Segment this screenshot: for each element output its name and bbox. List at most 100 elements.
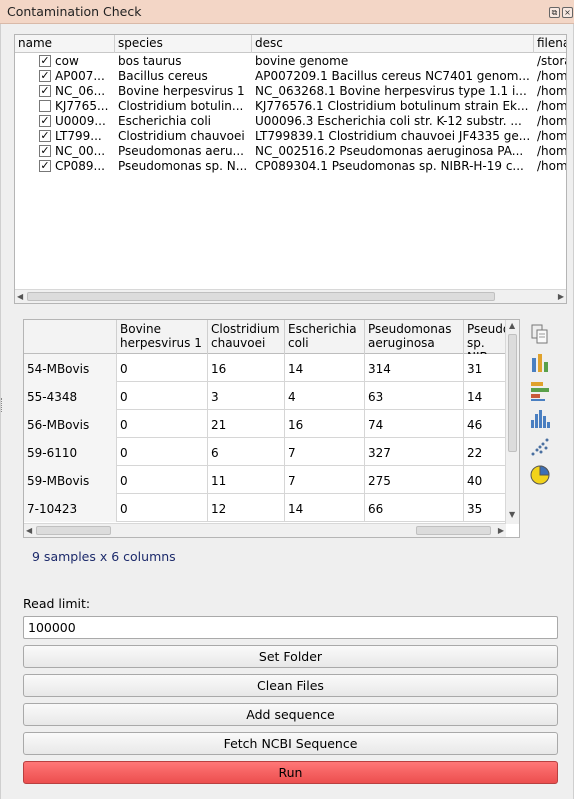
results-grid-hscrollbar[interactable]: ◀ ▶: [24, 523, 506, 537]
histogram-icon[interactable]: [529, 408, 551, 430]
vscroll-thumb[interactable]: [508, 334, 517, 452]
results-grid-header: Bovine herpesvirus 1 Clostridium chauvoe…: [24, 320, 519, 354]
table-cell[interactable]: 0: [117, 438, 208, 466]
column-header-desc[interactable]: desc: [252, 35, 534, 53]
copy-icon[interactable]: [529, 323, 551, 345]
column-header-name[interactable]: name: [15, 35, 115, 53]
table-cell[interactable]: 4: [285, 382, 365, 410]
close-icon[interactable]: ×: [562, 7, 573, 18]
table-cell[interactable]: 7: [285, 466, 365, 494]
table-row[interactable]: 56-MBovis 0 21 16 74 46: [24, 410, 506, 438]
set-folder-button[interactable]: Set Folder: [23, 645, 558, 668]
table-row[interactable]: 59-MBovis 0 11 7 275 40: [24, 466, 506, 494]
table-cell[interactable]: 314: [365, 354, 464, 382]
reference-row[interactable]: ✓ AP007... Bacillus cereus AP007209.1 Bacil…: [15, 69, 566, 84]
table-cell[interactable]: 7: [285, 438, 365, 466]
table-cell[interactable]: 63: [365, 382, 464, 410]
reference-cell-file: /stora: [537, 54, 566, 68]
scatter-plot-icon[interactable]: [529, 436, 551, 458]
reference-checkbox[interactable]: ✓: [39, 115, 51, 127]
table-row[interactable]: 55-4348 0 3 4 63 14: [24, 382, 506, 410]
reference-row[interactable]: ✓ NC_06... Bovine herpesvirus 1 NC_063268.1…: [15, 84, 566, 99]
reference-table[interactable]: name species desc filena ✓ cow bos taurus b…: [14, 34, 567, 304]
table-cell[interactable]: 16: [208, 354, 285, 382]
table-cell[interactable]: 16: [285, 410, 365, 438]
column-header-clostridium-chauvoei[interactable]: Clostridium chauvoei: [208, 320, 285, 354]
table-cell[interactable]: 0: [117, 410, 208, 438]
table-cell[interactable]: 14: [285, 494, 365, 522]
table-cell[interactable]: 3: [208, 382, 285, 410]
reference-row[interactable]: ✓ LT799... Clostridium chauvoei LT799839.1 …: [15, 129, 566, 144]
reference-row[interactable]: ✓ NC_00... Pseudomonas aeru... NC_002516.2 …: [15, 144, 566, 159]
table-cell[interactable]: 22: [464, 438, 506, 466]
scroll-right-icon[interactable]: ▶: [498, 526, 504, 535]
scroll-left-icon[interactable]: ◀: [26, 526, 32, 535]
table-cell[interactable]: 6: [208, 438, 285, 466]
table-cell[interactable]: 0: [117, 354, 208, 382]
column-header-bovine-herpesvirus[interactable]: Bovine herpesvirus 1: [117, 320, 208, 354]
table-cell[interactable]: 12: [208, 494, 285, 522]
table-cell[interactable]: 66: [365, 494, 464, 522]
table-cell[interactable]: 40: [464, 466, 506, 494]
table-cell[interactable]: 35: [464, 494, 506, 522]
results-grid-vscrollbar[interactable]: ▲ ▼: [505, 320, 519, 524]
fetch-ncbi-sequence-button[interactable]: Fetch NCBI Sequence: [23, 732, 558, 755]
scroll-left-icon[interactable]: ◀: [17, 292, 23, 301]
table-cell[interactable]: 14: [464, 382, 506, 410]
table-cell[interactable]: 0: [117, 382, 208, 410]
scroll-right-icon[interactable]: ▶: [558, 292, 564, 301]
table-cell[interactable]: 46: [464, 410, 506, 438]
float-icon[interactable]: ⧉: [549, 7, 560, 18]
reference-checkbox[interactable]: [39, 100, 51, 112]
reference-checkbox[interactable]: ✓: [39, 55, 51, 67]
hscroll-thumb[interactable]: [416, 526, 491, 535]
scroll-down-icon[interactable]: ▼: [509, 510, 515, 519]
row-header[interactable]: 59-6110: [24, 438, 117, 466]
horizontal-bar-chart-icon[interactable]: [529, 380, 551, 402]
column-header-species[interactable]: species: [115, 35, 252, 53]
run-button[interactable]: Run: [23, 761, 558, 784]
reference-checkbox[interactable]: ✓: [39, 145, 51, 157]
table-cell[interactable]: 11: [208, 466, 285, 494]
row-header[interactable]: 55-4348: [24, 382, 117, 410]
row-header[interactable]: 59-MBovis: [24, 466, 117, 494]
reference-checkbox[interactable]: ✓: [39, 130, 51, 142]
column-header-filename[interactable]: filena: [534, 35, 566, 53]
reference-checkbox[interactable]: ✓: [39, 70, 51, 82]
hscroll-thumb-left[interactable]: [36, 526, 111, 535]
reference-table-hscrollbar[interactable]: ◀ ▶: [15, 289, 566, 303]
column-header-escherichia-coli[interactable]: Escherichia coli: [285, 320, 365, 354]
table-cell[interactable]: 21: [208, 410, 285, 438]
read-limit-input[interactable]: 100000: [23, 616, 558, 639]
column-header-pseudomonas-aeruginosa[interactable]: Pseudomonas aeruginosa: [365, 320, 464, 354]
table-cell[interactable]: 14: [285, 354, 365, 382]
results-grid[interactable]: Bovine herpesvirus 1 Clostridium chauvoe…: [23, 319, 520, 538]
reference-row[interactable]: KJ7765... Clostridium botulin... KJ776576.…: [15, 99, 566, 114]
table-cell[interactable]: 327: [365, 438, 464, 466]
table-cell[interactable]: 0: [117, 494, 208, 522]
table-cell[interactable]: 31: [464, 354, 506, 382]
bar-chart-icon[interactable]: [529, 352, 551, 374]
table-cell[interactable]: 0: [117, 466, 208, 494]
reference-checkbox[interactable]: ✓: [39, 160, 51, 172]
reference-row[interactable]: ✓ CP089... Pseudomonas sp. N... CP089304.1 …: [15, 159, 566, 174]
resize-handle[interactable]: [1, 398, 3, 412]
table-row[interactable]: 54-MBovis 0 16 14 314 31: [24, 354, 506, 382]
scroll-thumb[interactable]: [27, 292, 495, 301]
row-header[interactable]: 7-10423: [24, 494, 117, 522]
row-header[interactable]: 54-MBovis: [24, 354, 117, 382]
scroll-up-icon[interactable]: ▲: [509, 321, 515, 330]
table-row[interactable]: 7-10423 0 12 14 66 35: [24, 494, 506, 522]
table-cell[interactable]: 74: [365, 410, 464, 438]
reference-checkbox[interactable]: ✓: [39, 85, 51, 97]
row-header[interactable]: 56-MBovis: [24, 410, 117, 438]
clean-files-button[interactable]: Clean Files: [23, 674, 558, 697]
reference-cell-desc: CP089304.1 Pseudomonas sp. NIBR-H-19 c..…: [255, 159, 524, 173]
add-sequence-button[interactable]: Add sequence: [23, 703, 558, 726]
table-cell[interactable]: 275: [365, 466, 464, 494]
reference-row[interactable]: ✓ U0009... Escherichia coli U00096.3 Escher…: [15, 114, 566, 129]
table-row[interactable]: 59-6110 0 6 7 327 22: [24, 438, 506, 466]
column-header-pseudomonas-sp[interactable]: Pseudo sp. NIB: [464, 320, 506, 354]
reference-row[interactable]: ✓ cow bos taurus bovine genome/stora: [15, 54, 566, 69]
pie-chart-icon[interactable]: [529, 464, 551, 486]
